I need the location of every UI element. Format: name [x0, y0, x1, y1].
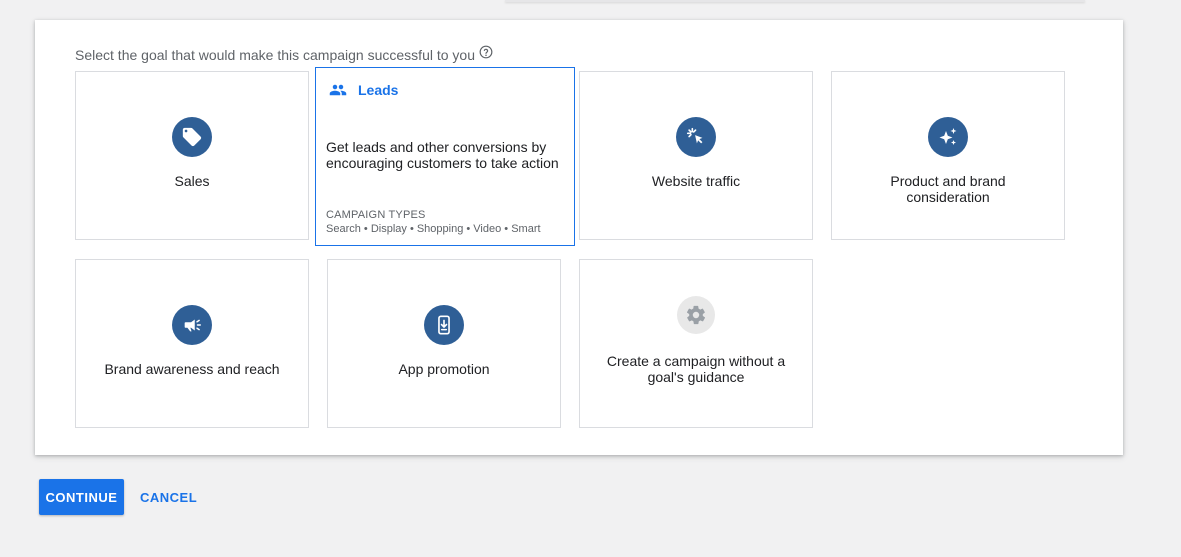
- goal-label: Leads: [358, 82, 399, 98]
- campaign-types-title: CAMPAIGN TYPES: [326, 209, 426, 221]
- goal-description: Get leads and other conversions by encou…: [326, 139, 559, 171]
- goal-label: Brand awareness and reach: [104, 361, 280, 377]
- background-panel-edge: [505, 0, 1085, 2]
- tag-icon: [172, 117, 212, 157]
- gear-icon: [677, 296, 715, 334]
- goal-label: Create a campaign without a goal's guida…: [606, 353, 786, 385]
- goal-card-no-goal[interactable]: Create a campaign without a goal's guida…: [579, 259, 813, 428]
- goal-card-website-traffic[interactable]: Website traffic: [579, 71, 813, 240]
- goal-label: Website traffic: [651, 173, 741, 189]
- goal-card-header: Leads: [326, 81, 398, 99]
- megaphone-icon: [172, 305, 212, 345]
- goal-card-product-brand[interactable]: Product and brand consideration: [831, 71, 1065, 240]
- goal-label: Sales: [174, 173, 210, 189]
- cancel-button[interactable]: CANCEL: [130, 479, 207, 515]
- goal-card-sales[interactable]: Sales: [75, 71, 309, 240]
- goal-card-app-promotion[interactable]: App promotion: [327, 259, 561, 428]
- sparkle-icon: [928, 117, 968, 157]
- goal-prompt: Select the goal that would make this cam…: [75, 45, 493, 63]
- goal-label: Product and brand consideration: [890, 173, 1006, 205]
- campaign-types-list: Search • Display • Shopping • Video • Sm…: [326, 223, 541, 235]
- goal-card-leads[interactable]: Leads Get leads and other conversions by…: [315, 67, 575, 246]
- continue-button[interactable]: CONTINUE: [39, 479, 124, 515]
- goal-prompt-text: Select the goal that would make this cam…: [75, 47, 475, 63]
- goal-selection-panel: Select the goal that would make this cam…: [35, 20, 1123, 455]
- phone-download-icon: [424, 305, 464, 345]
- goal-card-brand-awareness[interactable]: Brand awareness and reach: [75, 259, 309, 428]
- cursor-click-icon: [676, 117, 716, 157]
- people-icon: [326, 81, 350, 99]
- help-circle-icon[interactable]: [479, 45, 493, 59]
- goal-label: App promotion: [398, 361, 490, 377]
